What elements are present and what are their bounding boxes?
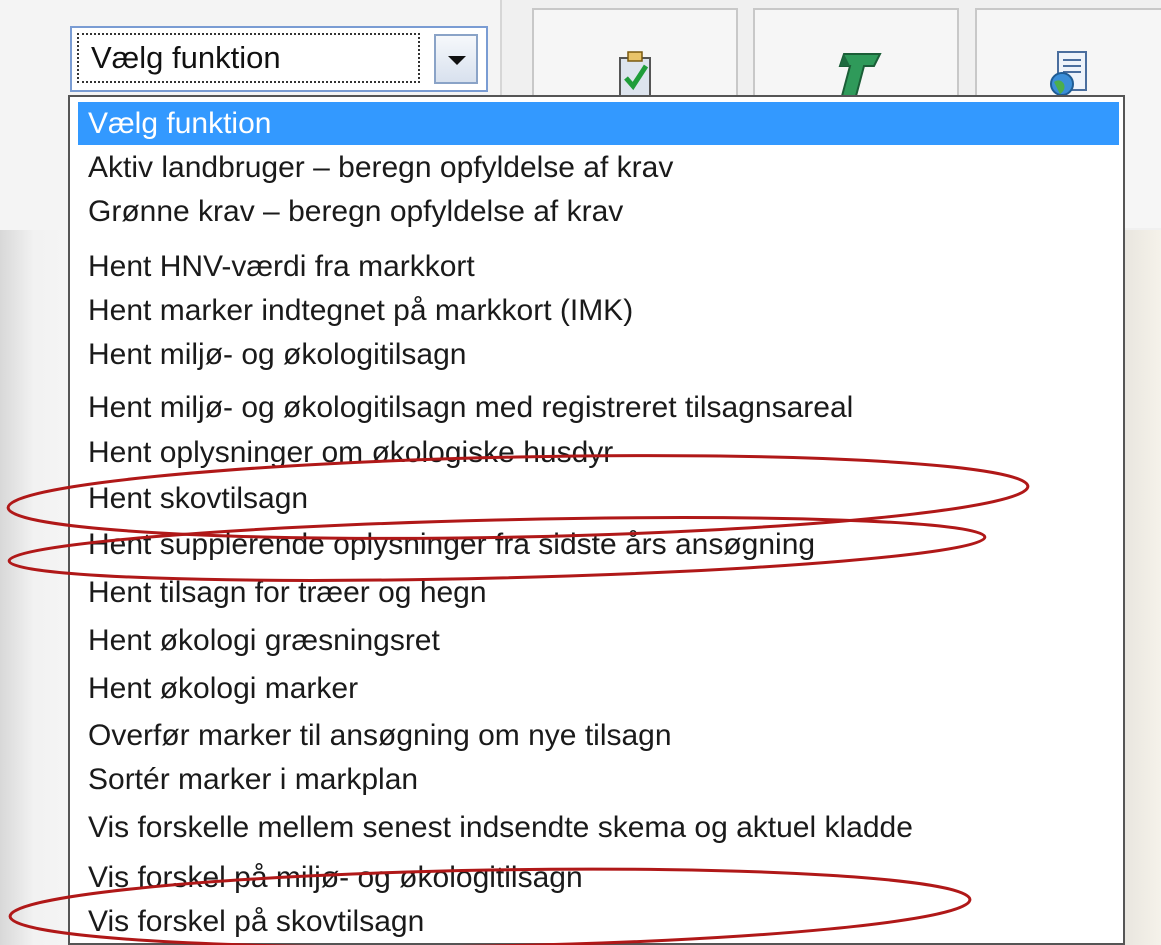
dropdown-option[interactable]: Hent oplysninger om økologiske husdyr <box>78 431 1119 474</box>
dropdown-option[interactable]: Hent miljø- og økologitilsagn <box>78 333 1119 376</box>
dropdown-option[interactable]: Aktiv landbruger – beregn opfyldelse af … <box>78 146 1119 189</box>
background-panel-right <box>1125 230 1161 945</box>
dropdown-option[interactable]: Hent skovtilsagn <box>78 477 1119 520</box>
background-panel-left <box>0 230 68 945</box>
chevron-down-icon[interactable] <box>434 34 478 84</box>
dropdown-option[interactable]: Hent økologi marker <box>78 667 1119 710</box>
function-dropdown-list: Vælg funktion Aktiv landbruger – beregn … <box>68 95 1125 945</box>
dropdown-option[interactable]: Hent miljø- og økologitilsagn med regist… <box>78 386 1119 429</box>
dropdown-option[interactable]: Grønne krav – beregn opfyldelse af krav <box>78 190 1119 233</box>
function-select[interactable]: Vælg funktion <box>70 26 488 92</box>
dropdown-option[interactable]: Hent tilsagn for træer og hegn <box>78 571 1119 614</box>
dropdown-option[interactable]: Hent marker indtegnet på markkort (IMK) <box>78 289 1119 332</box>
dropdown-option[interactable]: Vis forskel på miljø- og økologitilsagn <box>78 856 1119 899</box>
dropdown-option[interactable]: Hent økologi græsningsret <box>78 619 1119 662</box>
function-select-value: Vælg funktion <box>77 33 420 83</box>
dropdown-option[interactable]: Vis forskelle mellem senest indsendte sk… <box>78 806 1119 849</box>
dropdown-option[interactable]: Hent HNV-værdi fra markkort <box>78 245 1119 288</box>
dropdown-option[interactable]: Overfør marker til ansøgning om nye tils… <box>78 714 1119 757</box>
dropdown-option[interactable]: Vis forskel på skovtilsagn <box>78 900 1119 943</box>
dropdown-option[interactable]: Sortér marker i markplan <box>78 758 1119 801</box>
dropdown-option[interactable]: Vælg funktion <box>78 102 1119 145</box>
dropdown-option[interactable]: Hent supplerende oplysninger fra sidste … <box>78 523 1119 566</box>
